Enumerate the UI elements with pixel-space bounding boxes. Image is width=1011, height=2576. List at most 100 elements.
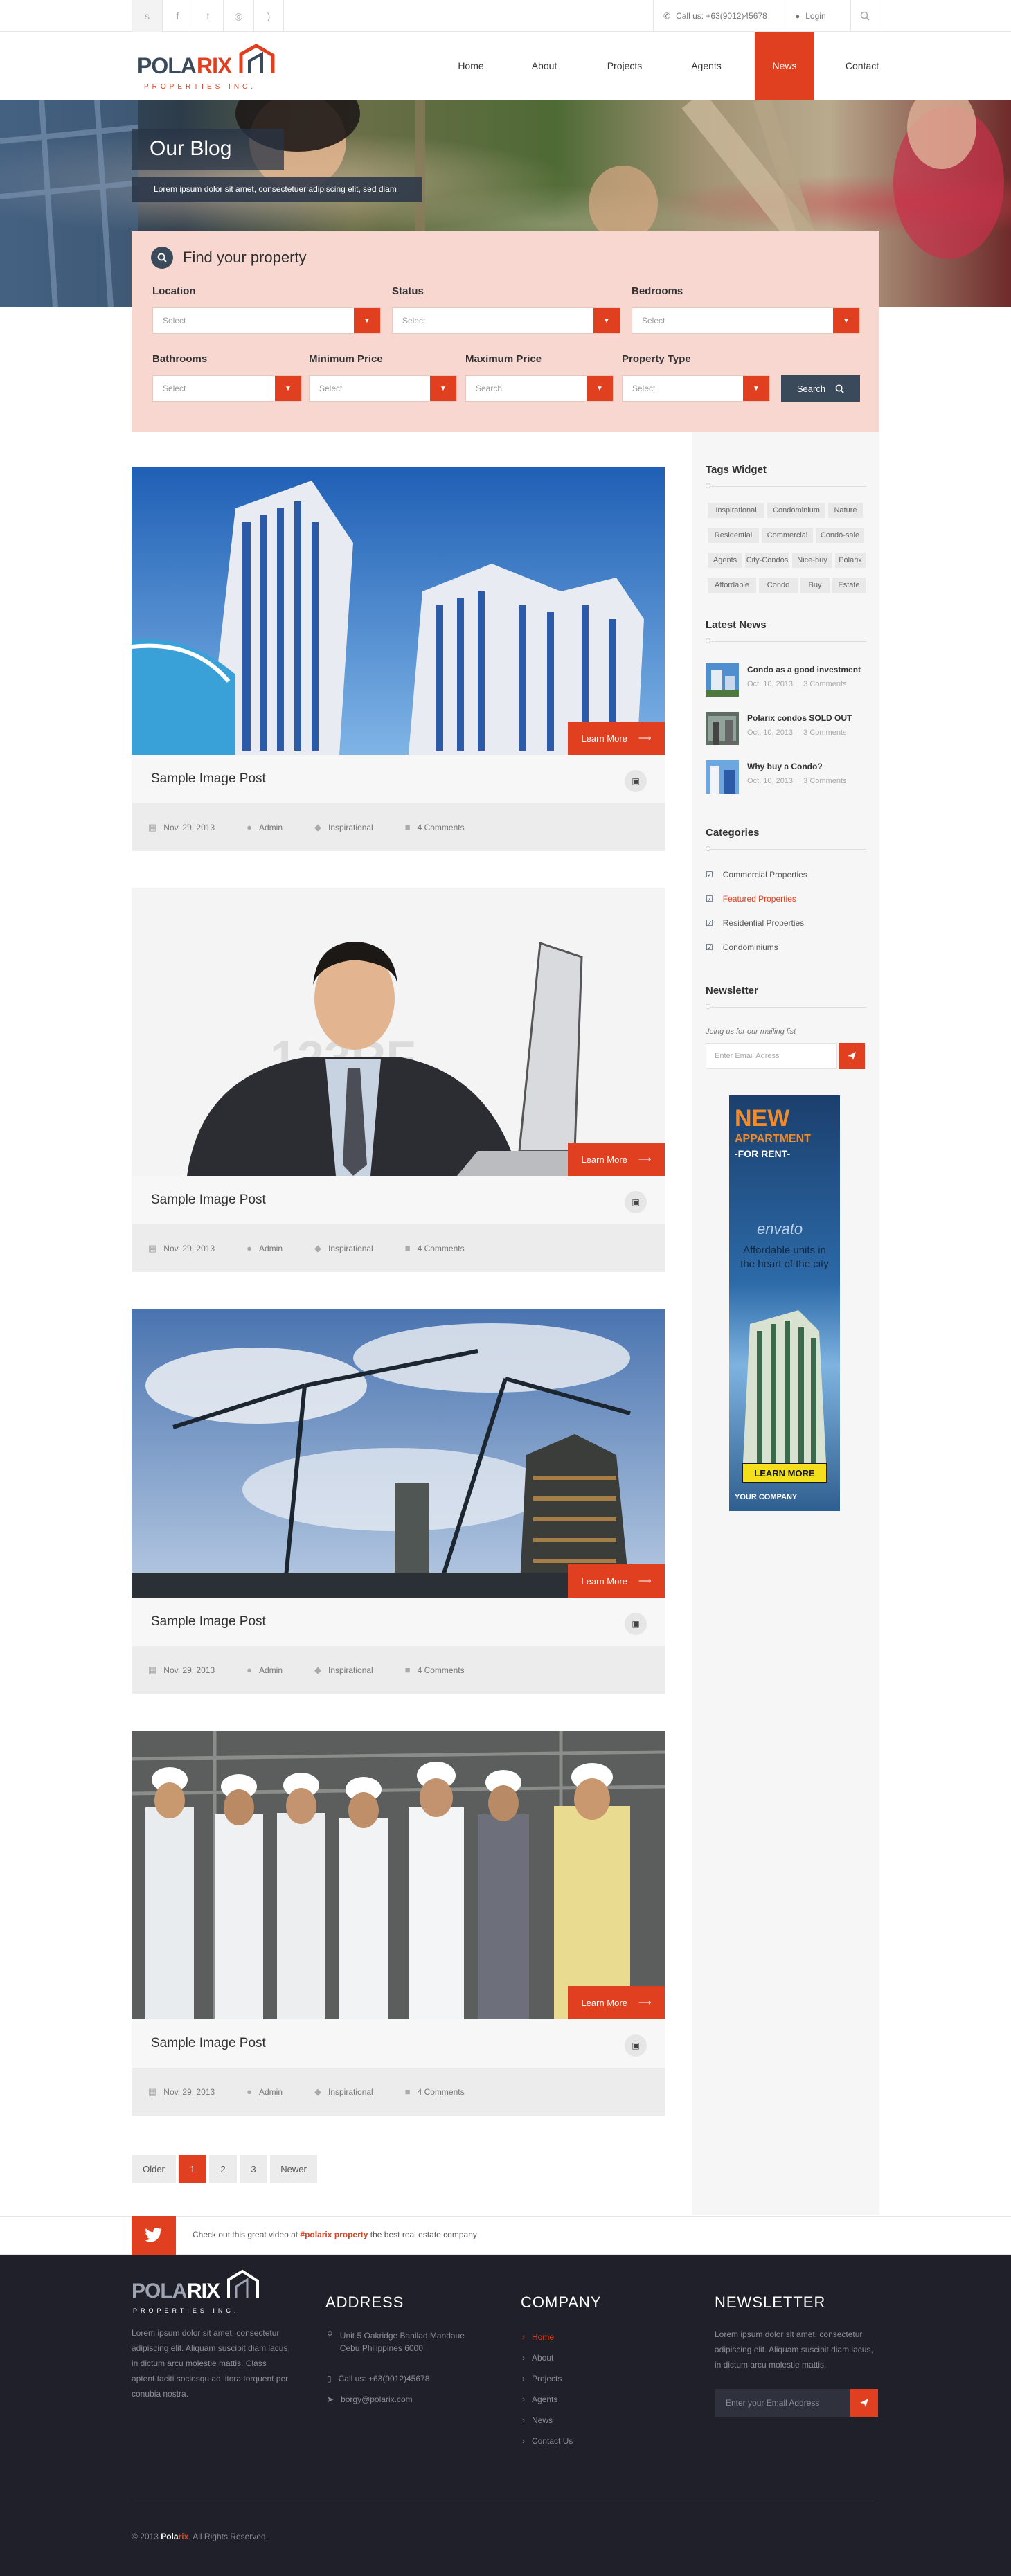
post-image[interactable]: 123RF Learn More⟶ (132, 888, 665, 1176)
call-us[interactable]: ✆ Call us: +63(9012)45678 (653, 0, 778, 32)
nav-news[interactable]: News (755, 32, 814, 100)
news-comments[interactable]: 3 Comments (803, 680, 846, 688)
comment-icon: ■ (404, 822, 411, 832)
post-title[interactable]: Sample Image Post (132, 2019, 665, 2068)
category-item[interactable]: ☑ Condominiums (706, 942, 778, 952)
skype-icon[interactable]: s (132, 0, 162, 32)
tag-chip[interactable]: Condo (759, 578, 798, 593)
tag-chip[interactable]: City-Condos (745, 553, 789, 568)
category-label: Condominiums (722, 942, 778, 952)
tag-chip[interactable]: Inspirational (708, 503, 764, 518)
post-image[interactable]: Learn More ⟶ (132, 467, 665, 755)
tag-chip[interactable]: Agents (708, 553, 742, 568)
search-button[interactable]: Search (781, 375, 860, 402)
post-category[interactable]: Inspirational (328, 1665, 373, 1675)
pagination-page-2[interactable]: 2 (209, 2155, 237, 2183)
post-comments[interactable]: 4 Comments (418, 2087, 465, 2097)
post-image[interactable]: Learn More ⟶ (132, 1309, 665, 1598)
tag-chip[interactable]: Nature (828, 503, 863, 518)
pagination-older[interactable]: Older (132, 2155, 176, 2183)
status-select[interactable]: Select ▼ (392, 307, 620, 334)
tag-chip[interactable]: Polarix (835, 553, 866, 568)
rss-icon[interactable]: ) (253, 0, 284, 32)
newsletter-email-input[interactable]: Enter Email Adress (706, 1043, 837, 1069)
tag-chip[interactable]: Affordable (708, 578, 756, 593)
post-comments[interactable]: 4 Comments (418, 823, 465, 832)
search-icon[interactable] (850, 0, 879, 32)
footer-link-projects[interactable]: › Projects (522, 2374, 562, 2383)
location-select[interactable]: Select ▼ (152, 307, 381, 334)
post-image[interactable]: Learn More ⟶ (132, 1731, 665, 2019)
footer-send-button[interactable] (850, 2389, 878, 2417)
learn-more-button[interactable]: Learn More ⟶ (568, 722, 665, 755)
bedrooms-select[interactable]: Select ▼ (632, 307, 860, 334)
nav-home[interactable]: Home (443, 32, 499, 100)
category-item[interactable]: ☑ Featured Properties (706, 894, 796, 904)
news-title[interactable]: Polarix condos SOLD OUT (747, 713, 852, 723)
logo[interactable]: POLA RIX PROPERTIES INC. (137, 40, 296, 96)
footer-logo[interactable]: POLA RIX PROPERTIES INC. (132, 2266, 277, 2321)
learn-more-button[interactable]: Learn More ⟶ (568, 1986, 665, 2019)
max-price-select[interactable]: Search ▼ (465, 375, 614, 402)
post-author[interactable]: Admin (259, 1665, 283, 1675)
learn-more-button[interactable]: Learn More ⟶ (568, 1143, 665, 1176)
news-title[interactable]: Condo as a good investment (747, 665, 861, 674)
post-title[interactable]: Sample Image Post (132, 1176, 665, 1224)
category-item[interactable]: ☑ Commercial Properties (706, 870, 807, 879)
pagination-newer[interactable]: Newer (270, 2155, 317, 2183)
twitter-icon[interactable] (132, 2216, 176, 2255)
nav-contact[interactable]: Contact (832, 32, 892, 100)
send-button[interactable] (839, 1043, 865, 1069)
news-comments[interactable]: 3 Comments (803, 777, 846, 785)
nav-projects[interactable]: Projects (597, 32, 652, 100)
pagination-page-1[interactable]: 1 (179, 2155, 206, 2183)
footer-link-home[interactable]: › Home (522, 2332, 554, 2342)
tweet-hashtag[interactable]: #polarix property (300, 2230, 368, 2239)
news-title[interactable]: Why buy a Condo? (747, 762, 823, 771)
calendar-icon: ▦ (148, 1242, 157, 1253)
twitter-icon[interactable]: t (193, 0, 223, 32)
post-category[interactable]: Inspirational (328, 823, 373, 832)
footer-link-news[interactable]: › News (522, 2415, 553, 2425)
nav-about[interactable]: About (517, 32, 572, 100)
pagination-page-3[interactable]: 3 (240, 2155, 267, 2183)
property-type-select[interactable]: Select ▼ (622, 375, 770, 402)
post-category[interactable]: Inspirational (328, 2087, 373, 2097)
post-category[interactable]: Inspirational (328, 1244, 373, 1253)
bathrooms-select[interactable]: Select ▼ (152, 375, 302, 402)
post-comments[interactable]: 4 Comments (418, 1244, 465, 1253)
footer-link-agents[interactable]: › Agents (522, 2395, 557, 2404)
ad-learn-more-button[interactable]: LEARN MORE (742, 1463, 827, 1483)
tag-chip[interactable]: Nice-buy (792, 553, 832, 568)
ad-banner[interactable]: NEW APPARTMENT -FOR RENT- envato Afforda… (729, 1095, 840, 1511)
divider (706, 641, 866, 642)
tag-chip[interactable]: Condominium (767, 503, 825, 518)
learn-more-button[interactable]: Learn More ⟶ (568, 1564, 665, 1598)
nav-agents[interactable]: Agents (679, 32, 734, 100)
news-comments[interactable]: 3 Comments (803, 728, 846, 737)
tag-chip[interactable]: Commercial (762, 528, 813, 543)
tag-chip[interactable]: Estate (832, 578, 866, 593)
post-author[interactable]: Admin (259, 2087, 283, 2097)
footer-link-about[interactable]: › About (522, 2353, 553, 2363)
tag-chip[interactable]: Condo-sale (816, 528, 864, 543)
post-comments[interactable]: 4 Comments (418, 1665, 465, 1675)
footer-email[interactable]: ➤ borgy@polarix.com (327, 2395, 413, 2404)
footer-link-contact[interactable]: › Contact Us (522, 2436, 573, 2446)
news-item[interactable]: Polarix condos SOLD OUT Oct. 10, 2013 | … (706, 712, 872, 751)
min-price-select[interactable]: Select ▼ (309, 375, 457, 402)
instagram-icon[interactable]: ◎ (223, 0, 253, 32)
post-title[interactable]: Sample Image Post (132, 755, 665, 803)
post-author[interactable]: Admin (259, 823, 283, 832)
phone-icon: ✆ (663, 11, 671, 21)
facebook-icon[interactable]: f (162, 0, 193, 32)
tag-chip[interactable]: Residential (708, 528, 759, 543)
tag-chip[interactable]: Buy (800, 578, 830, 593)
post-author[interactable]: Admin (259, 1244, 283, 1253)
post-title[interactable]: Sample Image Post (132, 1598, 665, 1646)
news-item[interactable]: Why buy a Condo? Oct. 10, 2013 | 3 Comme… (706, 760, 872, 799)
news-item[interactable]: Condo as a good investment Oct. 10, 2013… (706, 663, 872, 702)
login-link[interactable]: ● Login (785, 0, 850, 32)
category-item[interactable]: ☑ Residential Properties (706, 918, 804, 928)
footer-email-input[interactable]: Enter your Email Address (715, 2389, 850, 2417)
